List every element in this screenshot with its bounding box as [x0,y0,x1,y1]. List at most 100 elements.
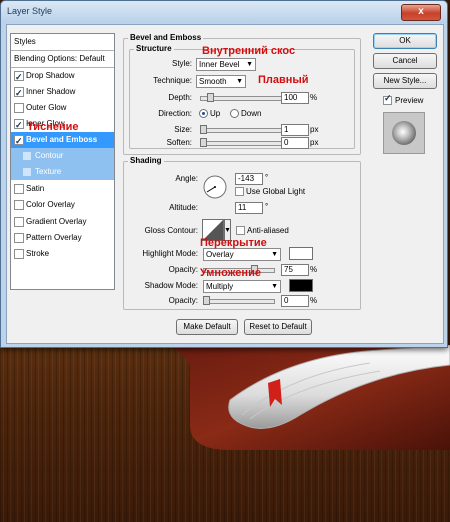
annotation-overlay: Перекрытие [200,237,267,249]
satin-checkbox[interactable] [14,184,24,194]
style-preview-thumbnail [383,112,425,154]
gloss-contour-label: Gloss Contour: [144,226,198,235]
stroke-checkbox[interactable] [14,249,24,259]
dialog-body: Styles Blending Options: Default Drop Sh… [6,24,444,344]
list-item-blending-options[interactable]: Blending Options: Default [11,51,114,68]
list-item-contour[interactable]: Contour [11,148,114,164]
chevron-down-icon: ▼ [236,78,243,85]
list-item-bevel-and-emboss[interactable]: Bevel and Emboss [11,132,114,149]
angle-dial[interactable] [202,174,228,200]
gradient-overlay-checkbox[interactable] [14,217,24,227]
annotation-inner-bevel: Внутренний скос [202,45,296,57]
list-item-outer-glow[interactable]: Outer Glow [11,100,114,116]
use-global-light-label: Use Global Light [246,187,306,196]
use-global-light-checkbox[interactable] [235,187,244,196]
annotation-multiply: Умножение [200,267,261,279]
angle-input[interactable]: -143 [235,173,263,185]
size-slider[interactable] [200,128,282,133]
size-unit: px [310,125,319,134]
shadow-opacity-thumb[interactable] [203,296,210,305]
size-slider-thumb[interactable] [200,125,207,134]
technique-label: Technique: [153,76,192,85]
shading-title: Shading [128,156,164,165]
make-default-button[interactable]: Make Default [176,319,238,335]
angle-label: Angle: [175,174,198,183]
shadow-mode-label: Shadow Mode: [144,281,198,290]
shadow-opacity-slider[interactable] [203,299,275,304]
depth-label: Depth: [168,93,192,102]
shadow-opacity-unit: % [310,296,318,305]
soften-unit: px [310,138,319,147]
highlight-color-swatch[interactable] [289,247,313,260]
technique-select[interactable]: Smooth ▼ [196,75,246,88]
bevel-emboss-checkbox[interactable] [14,133,24,149]
list-item-styles[interactable]: Styles [11,34,114,51]
drop-shadow-checkbox[interactable] [14,69,24,85]
contour-icon [23,152,31,160]
book-illustration [170,345,450,450]
depth-input[interactable]: 100 [281,92,309,104]
shadow-color-swatch[interactable] [289,279,313,292]
soften-slider-thumb[interactable] [200,138,207,147]
window-title: Layer Style [7,6,53,16]
preview-label: Preview [395,96,424,105]
soften-input[interactable]: 0 [281,137,309,149]
list-item-gradient-overlay[interactable]: Gradient Overlay [11,214,114,230]
angle-unit: ° [265,173,269,182]
style-label: Style: [171,59,192,68]
anti-aliased-label: Anti-aliased [247,226,289,235]
list-item-drop-shadow[interactable]: Drop Shadow [11,68,114,85]
opacity-shadow-label: Opacity: [168,296,198,305]
depth-slider-thumb[interactable] [207,93,215,102]
style-select[interactable]: Inner Bevel ▼ [196,58,256,71]
depth-unit: % [310,93,318,102]
list-item-satin[interactable]: Satin [11,181,114,197]
title-bar: Layer Style x [1,1,447,23]
list-item-color-overlay[interactable]: Color Overlay [11,197,114,213]
altitude-unit: ° [265,202,269,211]
size-input[interactable]: 1 [281,124,309,136]
preview-checkbox[interactable]: ✓ [383,93,392,105]
ok-button[interactable]: OK [373,33,437,49]
reset-to-default-button[interactable]: Reset to Default [244,319,312,335]
shadow-mode-select[interactable]: Multiply ▼ [203,280,281,293]
outer-glow-checkbox[interactable] [14,103,24,113]
list-item-stroke[interactable]: Stroke [11,246,114,262]
new-style-button[interactable]: New Style... [373,73,437,89]
inner-glow-checkbox[interactable] [14,117,24,133]
altitude-input[interactable]: 11 [235,202,263,214]
texture-icon [23,168,31,176]
chevron-down-icon: ▼ [246,61,253,68]
pattern-overlay-checkbox[interactable] [14,233,24,243]
highlight-mode-select[interactable]: Overlay ▼ [203,248,281,261]
shadow-opacity-input[interactable]: 0 [281,295,309,307]
checkmark-icon: ✓ [384,93,392,103]
color-overlay-checkbox[interactable] [14,200,24,210]
chevron-down-icon: ▼ [271,283,278,290]
cancel-button[interactable]: Cancel [373,53,437,69]
soften-label: Soften: [166,138,192,147]
direction-up-label: Up [210,109,221,118]
close-button[interactable]: x [401,4,441,21]
direction-down-label: Down [241,109,262,118]
size-label: Size: [174,125,192,134]
layer-style-dialog: Layer Style x Styles Blending Options: D… [0,0,448,348]
inner-shadow-checkbox[interactable] [14,85,24,101]
anti-aliased-checkbox[interactable] [236,226,245,235]
direction-down-radio[interactable] [230,109,239,118]
list-item-inner-shadow[interactable]: Inner Shadow [11,84,114,101]
styles-list: Styles Blending Options: Default Drop Sh… [10,33,115,290]
annotation-emboss: Тиснение [27,121,79,133]
shading-group: Shading Angle: -143 ° Use Global Light A… [123,156,361,310]
list-item-texture[interactable]: Texture [11,164,114,180]
preview-swatch [392,121,416,145]
structure-title: Structure [134,44,174,53]
direction-up-radio[interactable] [199,109,208,118]
altitude-label: Altitude: [169,203,198,212]
highlight-opacity-unit: % [310,265,318,274]
soften-slider[interactable] [200,141,282,146]
bevel-emboss-title: Bevel and Emboss [128,33,204,42]
highlight-opacity-input[interactable]: 75 [281,264,309,276]
structure-group: Structure Style: Inner Bevel ▼ Technique:… [129,44,355,149]
list-item-pattern-overlay[interactable]: Pattern Overlay [11,230,114,246]
